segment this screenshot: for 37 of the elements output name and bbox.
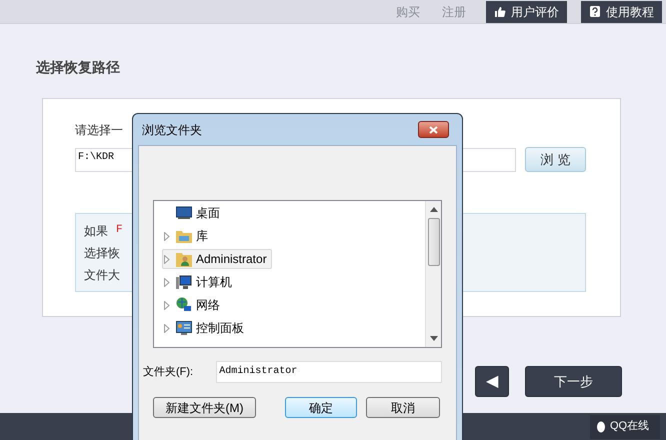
- scroll-down-icon: [430, 336, 438, 341]
- tree-item[interactable]: 网络: [162, 295, 225, 315]
- tree-item[interactable]: Administrator: [162, 249, 272, 269]
- info-text: 文件大: [84, 267, 120, 284]
- close-button[interactable]: [418, 121, 449, 138]
- globe-network-icon: [176, 297, 192, 313]
- control-panel-icon: [176, 320, 192, 336]
- drive-letter-text: F: [116, 223, 123, 238]
- thumbs-up-icon: [494, 6, 506, 18]
- monitor-icon: [176, 206, 192, 220]
- tree-item[interactable]: 计算机: [162, 272, 237, 292]
- scrollbar[interactable]: [425, 201, 441, 347]
- folder-label: 文件夹(F):: [143, 364, 194, 380]
- dialog-button[interactable]: 确定: [285, 397, 357, 418]
- help-document-icon: [589, 5, 601, 18]
- dialog-button[interactable]: 取消: [366, 397, 440, 418]
- qq-online-button[interactable]: QQ在线: [590, 414, 660, 438]
- scroll-thumb[interactable]: [428, 218, 440, 266]
- browse-button[interactable]: 浏 览: [525, 147, 586, 172]
- prompt-text: 请选择一: [75, 122, 123, 139]
- info-text: 选择恢: [84, 245, 120, 262]
- computer-icon: [176, 274, 192, 290]
- info-text: 如果: [84, 223, 108, 240]
- dialog-button[interactable]: 新建文件夹(M): [153, 397, 256, 418]
- close-icon: [429, 126, 438, 134]
- folder-name-field[interactable]: Administrator: [216, 361, 442, 383]
- top-button[interactable]: 使用教程: [581, 0, 662, 22]
- top-button[interactable]: 用户评价: [486, 0, 567, 22]
- tree-item[interactable]: 库: [162, 226, 213, 246]
- back-button[interactable]: ◀: [475, 366, 509, 397]
- tree-item[interactable]: 控制面板: [162, 318, 249, 338]
- dialog-title: 浏览文件夹: [142, 122, 202, 138]
- tree-item[interactable]: 桌面: [162, 203, 225, 223]
- user-folder-icon: [176, 251, 192, 267]
- folder-icon: [176, 229, 192, 243]
- next-button[interactable]: 下一步: [525, 366, 622, 397]
- page-title: 选择恢复路径: [36, 58, 121, 77]
